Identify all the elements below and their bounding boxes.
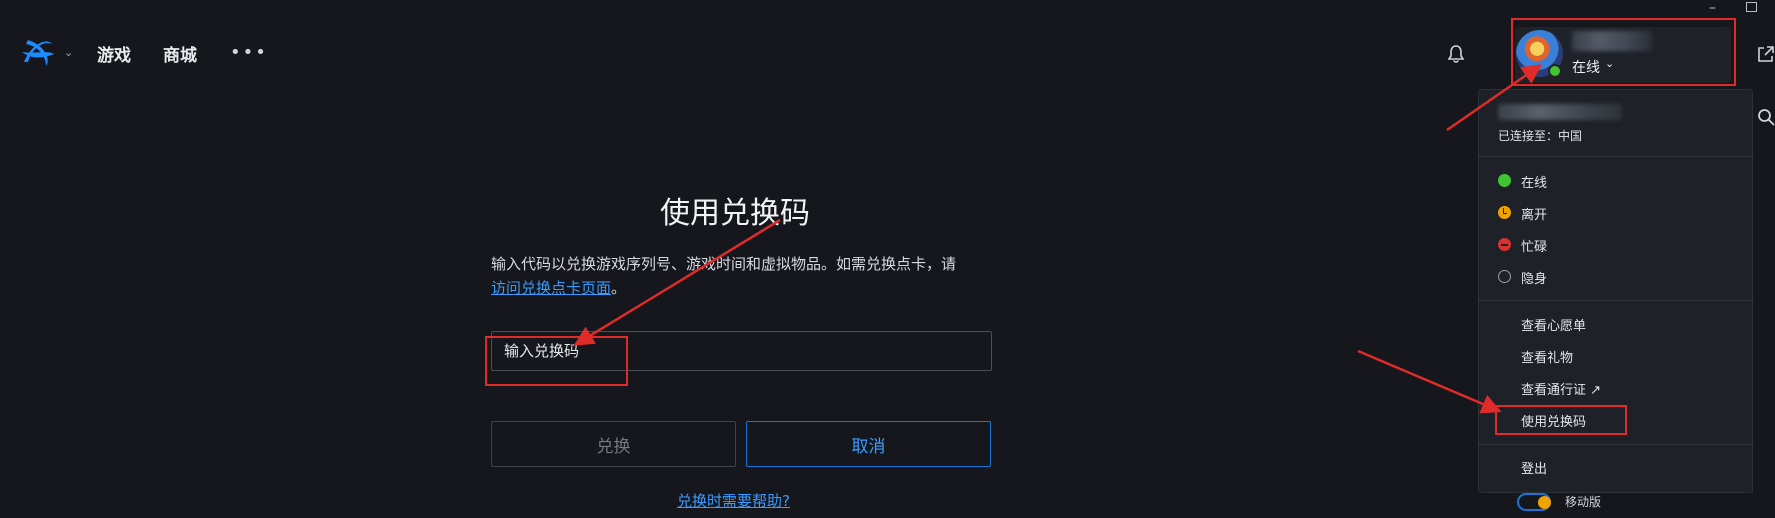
away-status-icon (1498, 206, 1511, 219)
annotation-highlight-profile (1511, 18, 1736, 86)
minimize-icon[interactable]: – (1709, 0, 1716, 16)
menu-item-battle-pass[interactable]: 查看通行证 ↗ (1521, 379, 1601, 398)
page-title: 使用兑换码 (660, 196, 810, 231)
battlenet-logo-icon[interactable] (18, 32, 58, 72)
balance-card-link[interactable]: 访问兑换点卡页面 (491, 279, 611, 297)
menu-divider (1478, 156, 1753, 157)
nav-games[interactable]: 游戏 (97, 41, 131, 66)
busy-status-icon (1498, 238, 1511, 251)
more-icon[interactable]: ••• (230, 42, 268, 63)
menu-item-invisible[interactable]: 隐身 (1521, 268, 1547, 287)
menu-item-online[interactable]: 在线 (1521, 172, 1547, 191)
maximize-icon[interactable] (1746, 2, 1757, 12)
nav-shop[interactable]: 商城 (163, 41, 197, 66)
search-icon[interactable] (1757, 108, 1775, 126)
external-link-icon[interactable] (1756, 45, 1775, 64)
menu-item-away[interactable]: 离开 (1521, 204, 1547, 223)
menu-divider (1478, 300, 1753, 301)
redeem-button[interactable]: 兑换 (491, 421, 736, 467)
mobile-label[interactable]: 移动版 (1565, 493, 1601, 510)
cancel-button[interactable]: 取消 (746, 421, 991, 467)
logo-chevron-down-icon[interactable]: ⌄ (64, 46, 73, 59)
invisible-status-icon (1498, 270, 1511, 283)
connection-region: 已连接至：中国 (1498, 129, 1583, 143)
description-period: 。 (611, 279, 627, 297)
menu-item-logout[interactable]: 登出 (1521, 458, 1547, 477)
menu-item-gifts[interactable]: 查看礼物 (1521, 347, 1573, 366)
blurred-battletag (1498, 104, 1622, 120)
menu-item-busy[interactable]: 忙碌 (1521, 236, 1547, 255)
menu-item-wishlist[interactable]: 查看心愿单 (1521, 315, 1586, 334)
description-text: 输入代码以兑换游戏序列号、游戏时间和虚拟物品。如需兑换点卡，请 (491, 255, 957, 273)
bell-icon[interactable] (1448, 45, 1464, 63)
annotation-highlight-use-code (1495, 405, 1627, 435)
online-status-icon (1498, 174, 1511, 187)
redeem-description: 输入代码以兑换游戏序列号、游戏时间和虚拟物品。如需兑换点卡，请 访问兑换点卡页面… (491, 252, 1001, 300)
annotation-arrow-use-code (1357, 349, 1502, 414)
menu-divider (1478, 444, 1753, 445)
redeem-help-link[interactable]: 兑换时需要帮助? (677, 490, 790, 511)
annotation-highlight-input (485, 336, 628, 386)
clock-icon (1538, 496, 1551, 509)
